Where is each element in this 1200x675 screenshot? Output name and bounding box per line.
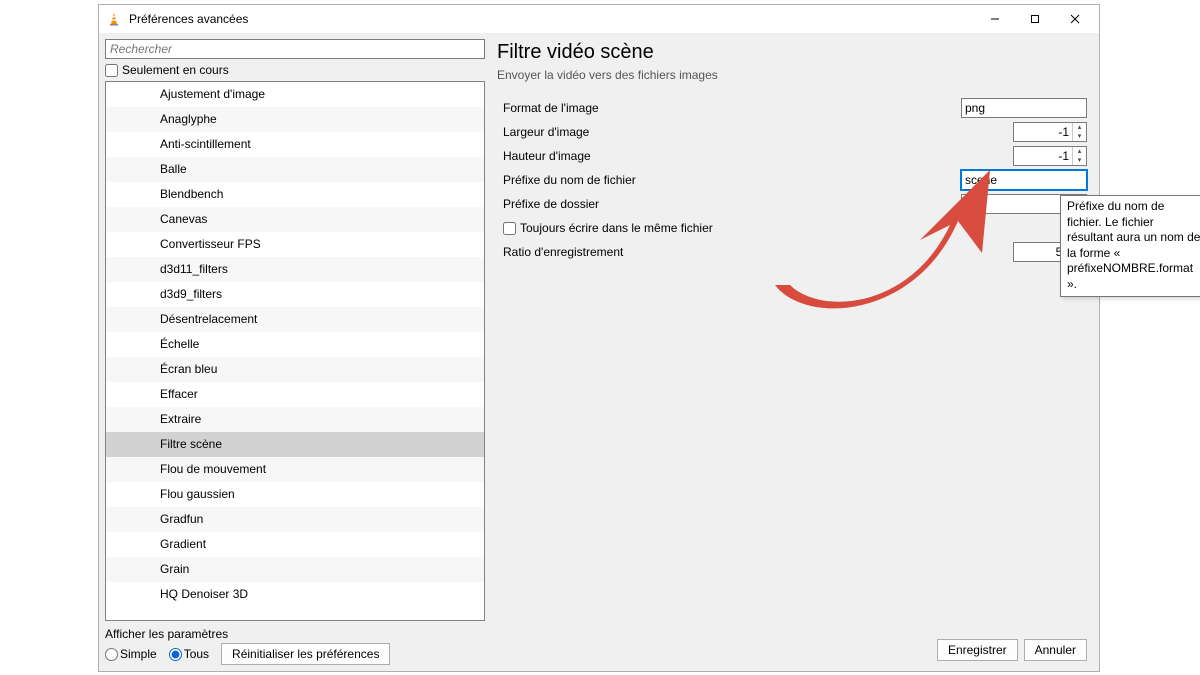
image-height-spinner[interactable]: -1▴▾	[1013, 146, 1087, 166]
window-controls	[975, 5, 1095, 33]
filter-tree[interactable]: Ajustement d'imageAnaglypheAnti-scintill…	[105, 81, 485, 621]
tree-item[interactable]: Flou de mouvement	[106, 457, 484, 482]
tree-item[interactable]: Blendbench	[106, 182, 484, 207]
field-record-ratio: Ratio d'enregistrement 50▴▾	[497, 240, 1087, 264]
close-button[interactable]	[1055, 5, 1095, 33]
preferences-window: Préférences avancées Seulement en cours …	[98, 4, 1100, 672]
panel-subtitle: Envoyer la vidéo vers des fichiers image…	[497, 68, 1087, 82]
tree-item[interactable]: HQ Denoiser 3D	[106, 582, 484, 607]
filename-prefix-input[interactable]	[961, 170, 1087, 190]
cancel-button[interactable]: Annuler	[1024, 639, 1087, 661]
field-image-width: Largeur d'image -1▴▾	[497, 120, 1087, 144]
tree-item[interactable]: Flou gaussien	[106, 482, 484, 507]
only-current-label: Seulement en cours	[122, 63, 229, 77]
dialog-buttons: Enregistrer Annuler	[937, 639, 1087, 661]
window-title: Préférences avancées	[129, 12, 975, 26]
chevron-down-icon: ▾	[1073, 156, 1086, 165]
tree-item[interactable]: Filtre scène	[106, 432, 484, 457]
always-write-checkbox[interactable]: Toujours écrire dans le même fichier	[497, 216, 1087, 240]
only-current-box[interactable]	[105, 64, 118, 77]
tree-item[interactable]: Anti-scintillement	[106, 132, 484, 157]
content-area: Seulement en cours Ajustement d'imageAna…	[99, 33, 1099, 671]
field-image-format: Format de l'image	[497, 96, 1087, 120]
only-current-checkbox[interactable]: Seulement en cours	[105, 63, 485, 77]
minimize-button[interactable]	[975, 5, 1015, 33]
tooltip-filename-prefix: Préfixe du nom de fichier. Le fichier ré…	[1060, 195, 1200, 297]
tree-item[interactable]: Convertisseur FPS	[106, 232, 484, 257]
chevron-up-icon: ▴	[1073, 123, 1086, 132]
right-pane: Filtre vidéo scène Envoyer la vidéo vers…	[491, 39, 1093, 665]
tree-item[interactable]: Gradfun	[106, 507, 484, 532]
radio-simple[interactable]: Simple	[105, 647, 157, 661]
tree-item[interactable]: Désentrelacement	[106, 307, 484, 332]
field-filename-prefix: Préfixe du nom de fichier	[497, 168, 1087, 192]
tree-item[interactable]: Canevas	[106, 207, 484, 232]
vlc-cone-icon	[107, 12, 121, 26]
tree-item[interactable]: Anaglyphe	[106, 107, 484, 132]
search-input[interactable]	[105, 39, 485, 59]
tree-item[interactable]: Écran bleu	[106, 357, 484, 382]
tree-item[interactable]: d3d9_filters	[106, 282, 484, 307]
tree-item[interactable]: Balle	[106, 157, 484, 182]
tree-item[interactable]: d3d11_filters	[106, 257, 484, 282]
radio-all[interactable]: Tous	[169, 647, 209, 661]
tree-item[interactable]: Effacer	[106, 382, 484, 407]
tree-item[interactable]: Ajustement d'image	[106, 82, 484, 107]
field-image-height: Hauteur d'image -1▴▾	[497, 144, 1087, 168]
chevron-up-icon: ▴	[1073, 147, 1086, 156]
tree-item[interactable]: Grain	[106, 557, 484, 582]
left-pane: Seulement en cours Ajustement d'imageAna…	[105, 39, 485, 665]
tree-item[interactable]: Extraire	[106, 407, 484, 432]
tree-item[interactable]: Gradient	[106, 532, 484, 557]
tree-item[interactable]: Échelle	[106, 332, 484, 357]
panel-title: Filtre vidéo scène	[497, 41, 1087, 64]
show-options-title: Afficher les paramètres	[105, 627, 485, 641]
image-width-spinner[interactable]: -1▴▾	[1013, 122, 1087, 142]
maximize-button[interactable]	[1015, 5, 1055, 33]
field-dir-prefix: Préfixe de dossier	[497, 192, 1087, 216]
image-format-input[interactable]	[961, 98, 1087, 118]
titlebar: Préférences avancées	[99, 5, 1099, 33]
show-options: Afficher les paramètres Simple Tous Réin…	[105, 621, 485, 665]
chevron-down-icon: ▾	[1073, 132, 1086, 141]
reset-preferences-button[interactable]: Réinitialiser les préférences	[221, 643, 390, 665]
save-button[interactable]: Enregistrer	[937, 639, 1018, 661]
